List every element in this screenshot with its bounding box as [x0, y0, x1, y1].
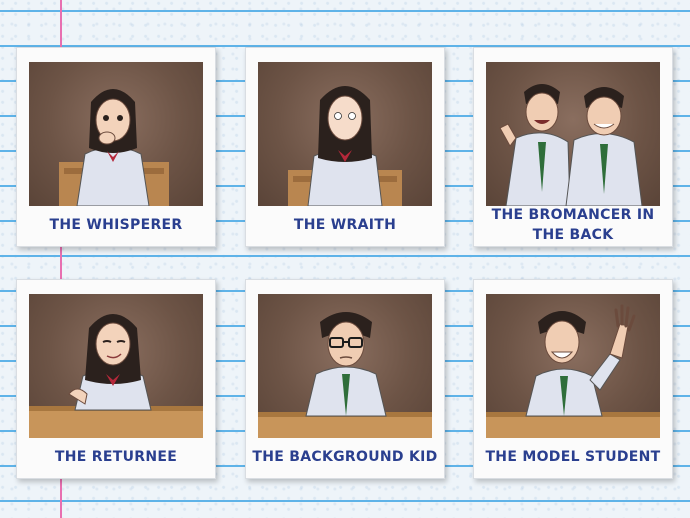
card-caption: THE BROMANCER IN THE BACK [491, 207, 655, 243]
student-whispering-icon [59, 89, 169, 206]
polaroid-card-returnee: THE RETURNEE [16, 279, 216, 479]
card-photo [29, 294, 203, 438]
student-glasses-icon [258, 312, 432, 438]
card-caption: THE BACKGROUND KID [252, 449, 438, 465]
polaroid-card-wraith: THE WRAITH [245, 47, 445, 247]
polaroid-card-whisperer: THE WHISPERER [16, 47, 216, 247]
card-caption: THE MODEL STUDENT [485, 449, 661, 465]
card-photo [486, 62, 660, 206]
student-smirking-icon [29, 314, 203, 438]
polaroid-card-bromancer: THE BROMANCER IN THE BACK [473, 47, 673, 247]
polaroid-card-background-kid: THE BACKGROUND KID [245, 279, 445, 479]
card-photo [258, 62, 432, 206]
card-photo [258, 294, 432, 438]
card-photo [29, 62, 203, 206]
polaroid-card-model-student: THE MODEL STUDENT [473, 279, 673, 479]
student-hand-raised-icon [486, 304, 660, 438]
card-caption: THE WHISPERER [49, 217, 183, 233]
card-caption: THE RETURNEE [54, 449, 178, 465]
student-pale-icon [288, 86, 402, 206]
card-photo [486, 294, 660, 438]
two-students-icon [499, 84, 643, 206]
card-caption: THE WRAITH [293, 217, 397, 233]
